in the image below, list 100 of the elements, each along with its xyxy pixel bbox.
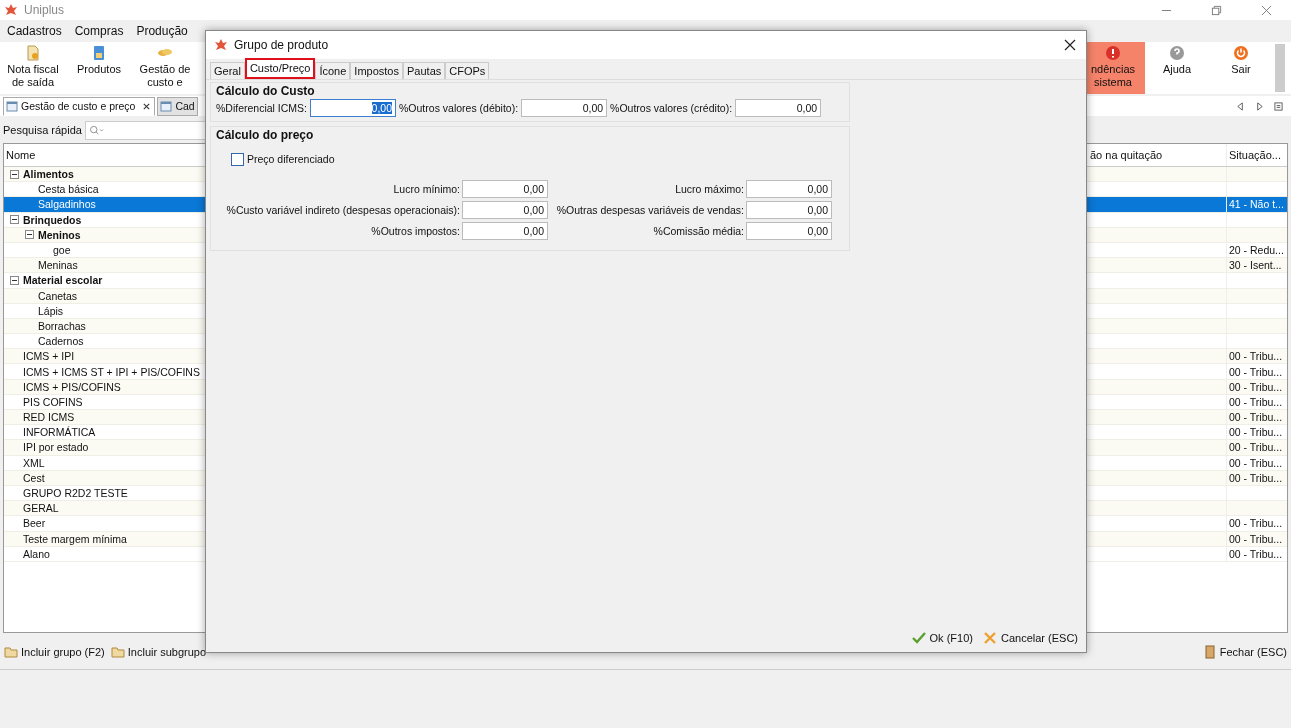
field-label: %Outras despesas variáveis de vendas: xyxy=(555,204,744,216)
document-icon xyxy=(25,45,41,61)
section-title: Cálculo do Custo xyxy=(216,84,316,98)
scroll-left-icon[interactable] xyxy=(1236,101,1245,111)
group-name: Cest xyxy=(23,471,45,484)
close-icon[interactable] xyxy=(1064,39,1076,51)
help-icon xyxy=(1169,45,1185,61)
search-label: Pesquisa rápida xyxy=(3,124,82,136)
group-name: GRUPO R2D2 TESTE xyxy=(23,487,128,500)
table-cell: 30 - Isent... xyxy=(1229,259,1282,272)
app-logo-icon xyxy=(4,3,18,17)
folder-icon xyxy=(110,645,125,659)
input-field[interactable]: 0,00 xyxy=(746,180,832,198)
checkbox-label[interactable]: Preço diferenciado xyxy=(247,153,335,165)
dialog-tab[interactable]: CFOPs xyxy=(445,62,490,79)
group-name: ICMS + PIS/COFINS xyxy=(23,380,121,393)
group-name: goe xyxy=(53,244,71,257)
table-cell: 00 - Tribu... xyxy=(1229,380,1283,393)
alert-icon xyxy=(1105,45,1121,61)
table-cell: 00 - Tribu... xyxy=(1229,456,1283,469)
column-header[interactable]: Nome xyxy=(4,149,202,161)
column-header[interactable]: Situação... xyxy=(1226,144,1287,166)
app-logo-icon xyxy=(214,38,228,52)
input-field[interactable]: 0,00 xyxy=(462,180,548,198)
action-button[interactable]: Incluir subgrupo xyxy=(110,645,207,659)
group-name: ICMS + ICMS ST + IPI + PIS/COFINS xyxy=(23,365,200,378)
dialog-tab[interactable]: Pautas xyxy=(403,62,446,79)
group-name: Brinquedos xyxy=(23,213,82,226)
input-field[interactable]: 0,00 xyxy=(735,99,822,117)
window-icon xyxy=(6,100,18,112)
menu-item[interactable]: Cadastros xyxy=(7,24,62,38)
dialog-title: Grupo de produto xyxy=(234,38,329,52)
table-cell: 00 - Tribu... xyxy=(1229,395,1283,408)
toolbar-button[interactable]: Produtos xyxy=(66,42,132,94)
close-icon[interactable] xyxy=(142,101,152,111)
input-field[interactable]: 0,00 xyxy=(746,222,832,240)
group-name: RED ICMS xyxy=(23,411,75,424)
menu-item[interactable]: Compras xyxy=(74,24,124,38)
box-icon xyxy=(91,45,107,61)
table-cell: 00 - Tribu... xyxy=(1229,532,1283,545)
table-cell: 20 - Redu... xyxy=(1229,244,1284,257)
check-icon xyxy=(911,631,926,645)
dialog-button[interactable]: Cancelar (ESC) xyxy=(982,631,1078,645)
collapse-icon[interactable] xyxy=(10,275,19,285)
table-cell: 00 - Tribu... xyxy=(1229,426,1283,439)
menu-item[interactable]: Produção xyxy=(136,24,188,38)
collapse-icon[interactable] xyxy=(10,215,19,225)
section-title: Cálculo do preço xyxy=(216,128,315,142)
group-name: Salgadinhos xyxy=(38,198,96,211)
dialog-tab[interactable]: Custo/Preço xyxy=(244,58,316,79)
input-field[interactable]: 0,00 xyxy=(746,201,832,219)
toolbar-scrollbar[interactable] xyxy=(1275,44,1285,92)
checkbox[interactable] xyxy=(231,152,244,166)
group-name: Lápis xyxy=(38,304,64,317)
toolbar-button[interactable]: Ajuda xyxy=(1145,42,1209,94)
field-label: Lucro máximo: xyxy=(674,183,744,195)
group-name: Meninos xyxy=(38,228,81,241)
table-cell: 00 - Tribu... xyxy=(1229,471,1283,484)
table-cell: 00 - Tribu... xyxy=(1229,365,1283,378)
input-field[interactable]: 0,00 xyxy=(462,222,548,240)
group-name: ICMS + IPI xyxy=(23,350,75,363)
door-icon xyxy=(1202,645,1217,659)
document-tab[interactable]: Gestão de custo e preço xyxy=(3,96,156,116)
field-label: %Diferencial ICMS: xyxy=(216,102,308,114)
group-name: Cadernos xyxy=(38,335,84,348)
toolbar-button[interactable]: Gestão de custo e xyxy=(132,42,198,94)
action-button[interactable]: Incluir grupo (F2) xyxy=(4,645,105,659)
group-name: Cesta básica xyxy=(38,183,99,196)
field-label: %Outros valores (débito): xyxy=(399,102,519,114)
restore-icon[interactable] xyxy=(1211,4,1222,16)
input-field[interactable]: 0,00 xyxy=(310,99,397,117)
input-field[interactable]: 0,00 xyxy=(521,99,608,117)
group-name: PIS COFINS xyxy=(23,395,83,408)
toolbar-button[interactable]: Sair xyxy=(1209,42,1273,94)
field-label: Lucro mínimo: xyxy=(392,183,460,195)
input-field[interactable]: 0,00 xyxy=(462,201,548,219)
close-window-button[interactable]: Fechar (ESC) xyxy=(1202,645,1287,659)
power-icon xyxy=(1233,45,1249,61)
group-name: Borrachas xyxy=(38,319,86,332)
list-icon[interactable] xyxy=(1274,101,1283,111)
group-name: Material escolar xyxy=(23,274,103,287)
toolbar-button[interactable]: Nota fiscal de saída xyxy=(0,42,66,94)
dialog-tab[interactable]: Ícone xyxy=(315,62,351,79)
dialog-tab[interactable]: Geral xyxy=(210,62,245,79)
collapse-icon[interactable] xyxy=(10,169,19,179)
window-icon xyxy=(160,100,173,112)
dialog-button[interactable]: Ok (F10) xyxy=(911,631,973,645)
collapse-icon[interactable] xyxy=(25,230,34,240)
group-name: Canetas xyxy=(38,289,78,302)
field-label: %Outros impostos: xyxy=(370,225,460,237)
field-label: %Custo variável indireto (despesas operacionais): xyxy=(225,204,460,216)
table-cell: 00 - Tribu... xyxy=(1229,517,1283,530)
group-name: IPI por estado xyxy=(23,441,89,454)
group-name: Teste margem mínima xyxy=(23,532,127,545)
document-tab[interactable]: Cad xyxy=(157,96,198,116)
column-header[interactable]: ão na quitação xyxy=(1084,149,1226,161)
dialog-tab[interactable]: Impostos xyxy=(350,62,403,79)
field-label: %Outros valores (crédito): xyxy=(610,102,733,114)
table-cell: 00 - Tribu... xyxy=(1229,441,1283,454)
scroll-right-icon[interactable] xyxy=(1255,101,1264,111)
